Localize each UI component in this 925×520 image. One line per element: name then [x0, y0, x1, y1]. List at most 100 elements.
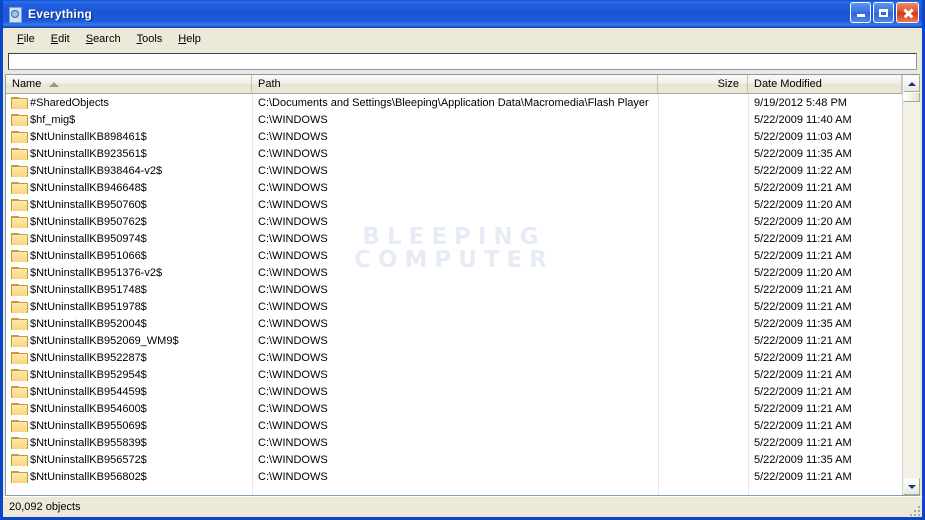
table-row[interactable]: $NtUninstallKB950974$ C:\WINDOWS 5/22/2009… — [6, 230, 902, 247]
cell-name-label: $NtUninstallKB954459$ — [30, 385, 147, 398]
cell-name: $NtUninstallKB951748$ — [6, 283, 252, 296]
cell-path: C:\WINDOWS — [258, 436, 328, 449]
cell-name-label: $hf_mig$ — [30, 113, 76, 126]
cell-name: $NtUninstallKB951066$ — [6, 249, 252, 262]
scrollbar-thumb[interactable] — [903, 92, 920, 102]
cell-date-modified: 5/22/2009 11:40 AM — [754, 113, 852, 126]
table-row[interactable]: $NtUninstallKB956802$ C:\WINDOWS 5/22/2009… — [6, 468, 902, 485]
menu-item-help[interactable]: Help — [170, 31, 209, 47]
cell-name: $NtUninstallKB952004$ — [6, 317, 252, 330]
cell-path: C:\WINDOWS — [258, 470, 328, 483]
sort-ascending-icon — [49, 81, 60, 87]
cell-date-modified: 5/22/2009 11:03 AM — [754, 130, 852, 143]
results-rows[interactable]: BLEEPING COMPUTER #SharedObjects C:\Docum… — [6, 94, 902, 495]
table-row[interactable]: $NtUninstallKB951748$ C:\WINDOWS 5/22/2009… — [6, 281, 902, 298]
column-header-size[interactable]: Size — [658, 75, 748, 93]
folder-icon — [11, 385, 28, 398]
table-row[interactable]: $NtUninstallKB898461$ C:\WINDOWS 5/22/2009… — [6, 128, 902, 145]
table-row[interactable]: $NtUninstallKB951066$ C:\WINDOWS 5/22/2009… — [6, 247, 902, 264]
cell-name: $NtUninstallKB954600$ — [6, 402, 252, 415]
object-count-status: 20,092 objects — [9, 501, 81, 513]
cell-path: C:\WINDOWS — [258, 181, 328, 194]
column-header-date-modified[interactable]: Date Modified — [748, 75, 902, 93]
table-row[interactable]: $NtUninstallKB950760$ C:\WINDOWS 5/22/2009… — [6, 196, 902, 213]
cell-name-label: $NtUninstallKB952069_WM9$ — [30, 334, 179, 347]
cell-name-label: $NtUninstallKB898461$ — [30, 130, 147, 143]
cell-date-modified: 5/22/2009 11:21 AM — [754, 334, 852, 347]
table-row[interactable]: #SharedObjects C:\Documents and Settings\… — [6, 94, 902, 111]
menu-item-tools[interactable]: Tools — [129, 31, 171, 47]
cell-path: C:\WINDOWS — [258, 453, 328, 466]
folder-icon — [11, 249, 28, 262]
table-row[interactable]: $NtUninstallKB952287$ C:\WINDOWS 5/22/2009… — [6, 349, 902, 366]
scroll-down-button[interactable] — [903, 478, 920, 495]
menu-item-help-rest: elp — [186, 32, 201, 45]
table-row[interactable]: $NtUninstallKB951376-v2$ C:\WINDOWS 5/22/2… — [6, 264, 902, 281]
table-row[interactable]: $hf_mig$ C:\WINDOWS 5/22/2009 11:40 AM — [6, 111, 902, 128]
table-row[interactable]: $NtUninstallKB923561$ C:\WINDOWS 5/22/2009… — [6, 145, 902, 162]
table-row[interactable]: $NtUninstallKB955069$ C:\WINDOWS 5/22/2009… — [6, 417, 902, 434]
cell-date-modified: 5/22/2009 11:21 AM — [754, 385, 852, 398]
status-bar: 20,092 objects — [3, 496, 922, 517]
table-row[interactable]: $NtUninstallKB954459$ C:\WINDOWS 5/22/2009… — [6, 383, 902, 400]
column-header-name[interactable]: Name — [6, 75, 252, 93]
table-row[interactable]: $NtUninstallKB954600$ C:\WINDOWS 5/22/2009… — [6, 400, 902, 417]
table-row[interactable]: $NtUninstallKB955839$ C:\WINDOWS 5/22/2009… — [6, 434, 902, 451]
vertical-scrollbar[interactable] — [902, 75, 920, 495]
results-list: Name Path Size Date Modified BLEEPING CO… — [5, 74, 920, 496]
maximize-button[interactable] — [873, 2, 894, 23]
table-row[interactable]: $NtUninstallKB938464-v2$ C:\WINDOWS 5/22/2… — [6, 162, 902, 179]
table-row[interactable]: $NtUninstallKB952954$ C:\WINDOWS 5/22/2009… — [6, 366, 902, 383]
folder-icon — [11, 470, 28, 483]
column-header-row: Name Path Size Date Modified — [6, 75, 902, 94]
folder-icon — [11, 198, 28, 211]
cell-name-label: $NtUninstallKB955839$ — [30, 436, 147, 449]
cell-path: C:\WINDOWS — [258, 368, 328, 381]
menu-item-file[interactable]: File — [9, 31, 43, 47]
cell-name-label: $NtUninstallKB951376-v2$ — [30, 266, 163, 279]
cell-name-label: $NtUninstallKB952954$ — [30, 368, 147, 381]
cell-name: $NtUninstallKB923561$ — [6, 147, 252, 160]
table-row[interactable]: $NtUninstallKB951978$ C:\WINDOWS 5/22/2009… — [6, 298, 902, 315]
cell-name: $NtUninstallKB952954$ — [6, 368, 252, 381]
table-row[interactable]: $NtUninstallKB956572$ C:\WINDOWS 5/22/2009… — [6, 451, 902, 468]
cell-name-label: $NtUninstallKB951978$ — [30, 300, 147, 313]
resize-grip-icon[interactable] — [907, 503, 920, 516]
maximize-icon — [879, 8, 888, 17]
cell-name-label: $NtUninstallKB950974$ — [30, 232, 147, 245]
table-row[interactable]: $NtUninstallKB952004$ C:\WINDOWS 5/22/2009… — [6, 315, 902, 332]
cell-name: $NtUninstallKB952287$ — [6, 351, 252, 364]
table-row[interactable]: $NtUninstallKB950762$ C:\WINDOWS 5/22/2009… — [6, 213, 902, 230]
folder-icon — [11, 317, 28, 330]
menu-item-edit[interactable]: Edit — [43, 31, 78, 47]
cell-name-label: $NtUninstallKB952287$ — [30, 351, 147, 364]
menu-item-search[interactable]: Search — [78, 31, 129, 47]
folder-icon — [11, 419, 28, 432]
folder-icon — [11, 453, 28, 466]
cell-date-modified: 5/22/2009 11:21 AM — [754, 283, 852, 296]
scroll-up-button[interactable] — [903, 75, 920, 92]
folder-icon — [11, 130, 28, 143]
title-bar[interactable]: Everything — [3, 0, 922, 28]
cell-name: $NtUninstallKB955839$ — [6, 436, 252, 449]
cell-date-modified: 5/22/2009 11:21 AM — [754, 351, 852, 364]
cell-name: $NtUninstallKB946648$ — [6, 181, 252, 194]
everything-window: Everything File Edit Search Tools Help N… — [0, 0, 925, 520]
table-row[interactable]: $NtUninstallKB946648$ C:\WINDOWS 5/22/2009… — [6, 179, 902, 196]
cell-path: C:\WINDOWS — [258, 385, 328, 398]
minimize-button[interactable] — [850, 2, 871, 23]
column-header-path[interactable]: Path — [252, 75, 658, 93]
cell-name: $NtUninstallKB898461$ — [6, 130, 252, 143]
cell-name-label: $NtUninstallKB951066$ — [30, 249, 147, 262]
cell-date-modified: 5/22/2009 11:21 AM — [754, 470, 852, 483]
close-button[interactable] — [896, 2, 919, 23]
cell-name-label: $NtUninstallKB938464-v2$ — [30, 164, 163, 177]
folder-icon — [11, 232, 28, 245]
scrollbar-track[interactable] — [903, 92, 920, 478]
search-input[interactable] — [8, 53, 917, 70]
table-row[interactable]: $NtUninstallKB952069_WM9$ C:\WINDOWS 5/22/… — [6, 332, 902, 349]
cell-name: $NtUninstallKB956572$ — [6, 453, 252, 466]
cell-date-modified: 5/22/2009 11:20 AM — [754, 266, 852, 279]
cell-name: $NtUninstallKB955069$ — [6, 419, 252, 432]
cell-path: C:\WINDOWS — [258, 232, 328, 245]
